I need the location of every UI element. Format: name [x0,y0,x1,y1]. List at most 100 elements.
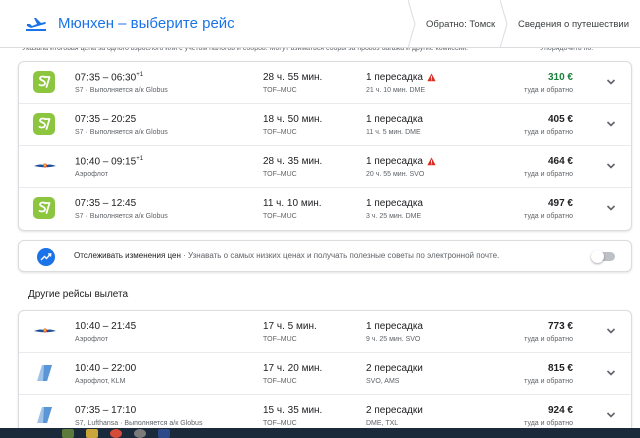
top-bar: Мюнхен – выберите рейс Обратно: Томск Св… [0,0,640,48]
price-tracking-banner: Отслеживать изменения цен · Узнавать о с… [18,240,632,272]
flights-logo-icon [22,10,50,38]
flight-price: 310 € [547,72,573,83]
os-taskbar [0,428,640,438]
flight-row[interactable]: 07:35 – 06:30+1 S7 · Выполняется а/к Glob… [19,62,631,104]
toggle-knob [591,250,604,263]
layover-info: DME, TXL [366,420,399,427]
best-flights-list: 07:35 – 06:30+1 S7 · Выполняется а/к Glob… [18,61,632,231]
flight-row[interactable]: 07:35 – 20:25 S7 · Выполняется а/к Globus… [19,104,631,146]
flight-route: TOF–MUC [263,378,297,385]
price-type: туда и обратно [524,213,573,220]
departure-time: 07:35 [75,198,101,209]
airline-name: S7 · Выполняется а/к Globus [75,129,168,136]
layover-info: 21 ч. 10 мин. DME [366,87,426,94]
flight-times: 07:35 – 17:10 [75,405,136,416]
flight-route: TOF–MUC [263,171,297,178]
layover-info: 9 ч. 25 мин. SVO [366,336,421,343]
price-type: туда и обратно [524,336,573,343]
trending-icon [37,248,55,266]
price-tracking-toggle[interactable] [591,250,615,263]
time-separator: – [100,198,112,209]
flight-duration: 28 ч. 55 мин. [263,72,323,83]
arrival-time: 21:45 [111,321,137,332]
flight-duration: 18 ч. 50 мин. [263,114,323,125]
flight-price: 405 € [547,114,573,125]
stops-count: 1 пересадка [366,198,423,209]
breadcrumb-chevron-icon [500,0,508,48]
time-separator: – [100,72,112,84]
tab-trip-details[interactable]: Сведения о путешествии [500,0,629,48]
expand-chevron-icon[interactable] [605,118,617,130]
multi-airline-logo-icon [33,404,55,426]
next-day-indicator: +1 [136,72,144,78]
flight-duration: 17 ч. 5 мин. [263,321,317,332]
time-separator: – [100,405,112,416]
flight-times: 10:40 – 09:15+1 [75,156,143,167]
stops-label: 2 пересадки [366,363,423,374]
stops-label: 2 пересадки [366,405,423,416]
departure-time: 10:40 [75,363,101,374]
layover-info: 20 ч. 55 мин. SVO [366,171,425,178]
other-flights-list: 10:40 – 21:45 Аэрофлот 17 ч. 5 мин. TOF–MUC… [18,310,632,438]
expand-chevron-icon[interactable] [605,160,617,172]
layover-info: SVO, AMS [366,378,400,385]
price-type: туда и обратно [524,420,573,427]
s7-logo-icon [33,71,55,93]
price-type: туда и обратно [524,87,573,94]
time-separator: – [100,114,112,125]
multi-airline-logo-icon [33,362,55,384]
price-type: туда и обратно [524,129,573,136]
flight-route: TOF–MUC [263,129,297,136]
stops-count: 1 пересадка [366,321,423,332]
stops-label: 1 пересадка [366,198,423,209]
layover-info: 11 ч. 5 мин. DME [366,129,421,136]
arrival-time: 09:15 [111,156,137,168]
breadcrumb-chevron-icon [408,0,416,48]
taskbar-folder-icon[interactable] [86,428,98,438]
expand-chevron-icon[interactable] [605,202,617,214]
tracker-text: Отслеживать изменения цен · Узнавать о с… [74,251,499,260]
expand-chevron-icon[interactable] [605,367,617,379]
flight-row[interactable]: 10:40 – 22:00 Аэрофлот, KLM 17 ч. 20 мин. T… [19,353,631,395]
departure-time: 10:40 [75,321,101,332]
stops-count: 1 пересадка [366,114,423,125]
departure-time: 07:35 [75,72,101,84]
flight-times: 07:35 – 12:45 [75,198,136,209]
warning-icon [427,157,436,166]
arrival-time: 22:00 [111,363,137,374]
arrival-time: 06:30 [111,72,137,84]
taskbar-hp-icon[interactable] [134,428,146,438]
stops-label: 1 пересадка [366,114,423,125]
flight-route: TOF–MUC [263,420,297,427]
arrival-time: 17:10 [111,405,137,416]
flight-row[interactable]: 10:40 – 09:15+1 Аэрофлот 28 ч. 35 мин. TOF–… [19,146,631,188]
expand-chevron-icon[interactable] [605,409,617,421]
s7-logo-icon [33,113,55,135]
tab-return-flight[interactable]: Обратно: Томск [408,0,495,48]
flight-route: TOF–MUC [263,87,297,94]
arrival-time: 20:25 [111,114,137,125]
stops-count: 2 пересадки [366,405,423,416]
expand-chevron-icon[interactable] [605,76,617,88]
flight-row[interactable]: 07:35 – 12:45 S7 · Выполняется а/к Globus… [19,188,631,230]
expand-chevron-icon[interactable] [605,325,617,337]
page-title: Мюнхен – выберите рейс [58,15,235,32]
taskbar-word-icon[interactable] [158,428,170,438]
price-type: туда и обратно [524,171,573,178]
departure-time: 07:35 [75,114,101,125]
flight-row[interactable]: 10:40 – 21:45 Аэрофлот 17 ч. 5 мин. TOF–MUC… [19,311,631,353]
airline-name: S7, Lufthansa · Выполняется а/к Globus [75,420,203,427]
taskbar-browser-icon[interactable] [110,428,122,438]
tracker-title: Отслеживать изменения цен [74,251,181,260]
flight-times: 10:40 – 21:45 [75,321,136,332]
flight-price: 773 € [547,321,573,332]
taskbar-app-icon[interactable] [62,428,74,438]
warning-icon [427,73,436,82]
flight-route: TOF–MUC [263,213,297,220]
airline-name: S7 · Выполняется а/к Globus [75,87,168,94]
s7-logo-icon [33,197,55,219]
price-type: туда и обратно [524,378,573,385]
departure-time: 07:35 [75,405,101,416]
time-separator: – [100,321,112,332]
flight-duration: 17 ч. 20 мин. [263,363,323,374]
